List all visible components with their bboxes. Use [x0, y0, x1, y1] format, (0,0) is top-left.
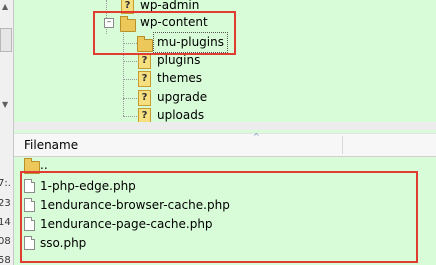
folder-icon [24, 158, 40, 174]
tree-item-label: wp-content [140, 15, 208, 29]
tree-connector [123, 43, 137, 44]
tree-item-label: themes [157, 71, 203, 85]
file-label: 1endurance-page-cache.php [40, 217, 213, 231]
file-label: .. [40, 158, 48, 172]
tree-connector [123, 98, 137, 99]
clipped-text: 08 [0, 236, 11, 247]
directory-tree: ? wp-admin – wp-content mu-plugins ? plu… [14, 0, 436, 122]
scroll-down-icon[interactable]: ▼ [2, 100, 8, 109]
clipped-text: 58 [0, 255, 11, 265]
collapse-icon[interactable]: – [104, 18, 114, 28]
unknown-folder-icon: ? [121, 0, 134, 14]
file-list: Filename ^ .. 1-php-edge.php 1endurance-… [14, 130, 436, 265]
file-label: 1-php-edge.php [40, 179, 136, 193]
tree-item-label: mu-plugins [153, 32, 228, 53]
scrollbar-thumb[interactable] [0, 28, 12, 52]
tree-connector [123, 116, 137, 117]
file-icon [24, 198, 35, 212]
column-divider[interactable] [342, 136, 343, 154]
clipped-text: 7:. [0, 178, 11, 189]
unknown-folder-icon: ? [138, 108, 151, 122]
file-icon [24, 236, 35, 250]
file-label: 1endurance-browser-cache.php [40, 198, 230, 212]
tree-item-wp-content[interactable]: – wp-content [104, 13, 320, 32]
tree-item-uploads[interactable]: ? uploads [137, 106, 337, 122]
left-panel-edge: ▲ ▼ 7:. 23 14 08 58 [0, 0, 14, 265]
unknown-folder-icon: ? [138, 90, 151, 106]
file-icon [24, 179, 35, 193]
column-header-filename[interactable]: Filename ^ [14, 132, 436, 157]
tree-item-label: upgrade [157, 90, 208, 104]
tree-item-mu-plugins[interactable]: mu-plugins [137, 32, 337, 53]
tree-connector [123, 61, 137, 62]
scroll-up-icon[interactable]: ▲ [2, 2, 8, 11]
column-header-label: Filename [24, 138, 79, 152]
tree-connector [123, 79, 137, 80]
clipped-text: 23 [0, 198, 11, 209]
unknown-folder-icon: ? [138, 53, 151, 69]
tree-item-plugins[interactable]: ? plugins [137, 51, 337, 70]
file-label: sso.php [40, 236, 87, 250]
clipped-text: 14 [0, 217, 11, 228]
folder-icon [120, 16, 136, 32]
tree-item-upgrade[interactable]: ? upgrade [137, 88, 337, 107]
unknown-folder-icon: ? [138, 71, 151, 87]
tree-item-themes[interactable]: ? themes [137, 69, 337, 88]
file-icon [24, 217, 35, 231]
tree-item-label: plugins [157, 53, 201, 67]
pane-splitter[interactable] [14, 122, 436, 130]
tree-item-label: uploads [157, 108, 205, 122]
sort-ascending-icon: ^ [253, 132, 260, 141]
